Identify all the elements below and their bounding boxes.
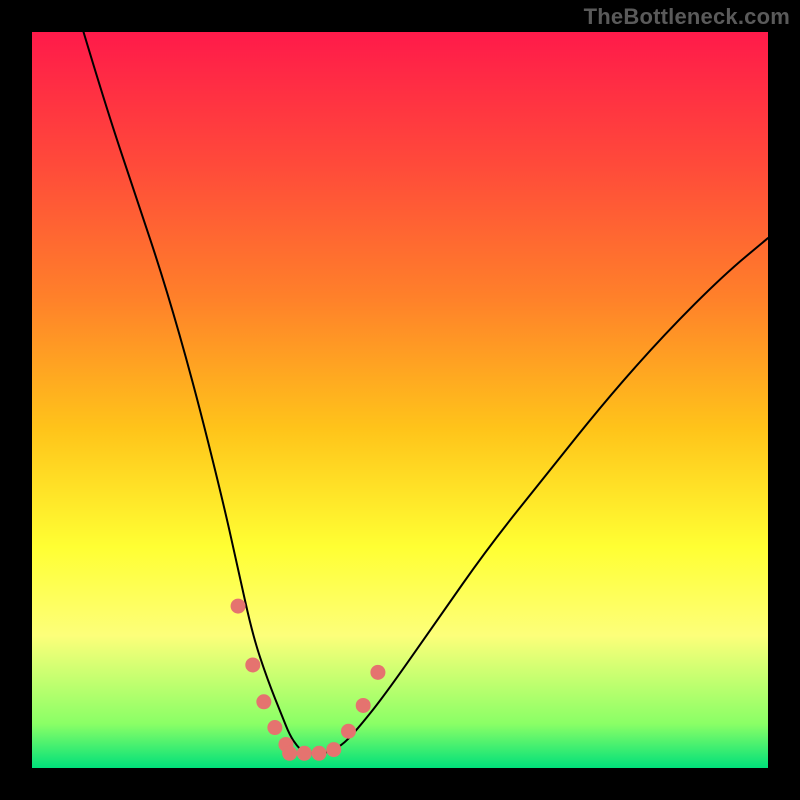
highlight-dot — [312, 746, 327, 761]
highlight-dots — [231, 599, 386, 761]
highlight-dot — [245, 657, 260, 672]
highlight-dot — [256, 694, 271, 709]
plot-area — [32, 32, 768, 768]
highlight-dot — [356, 698, 371, 713]
highlight-dot — [326, 742, 341, 757]
highlight-dot — [282, 746, 297, 761]
curve-layer — [32, 32, 768, 768]
watermark: TheBottleneck.com — [584, 4, 790, 30]
bottleneck-curve — [84, 32, 768, 753]
highlight-dot — [297, 746, 312, 761]
highlight-dot — [267, 720, 282, 735]
chart-frame: TheBottleneck.com — [0, 0, 800, 800]
highlight-dot — [341, 724, 356, 739]
highlight-dot — [231, 599, 246, 614]
highlight-dot — [370, 665, 385, 680]
